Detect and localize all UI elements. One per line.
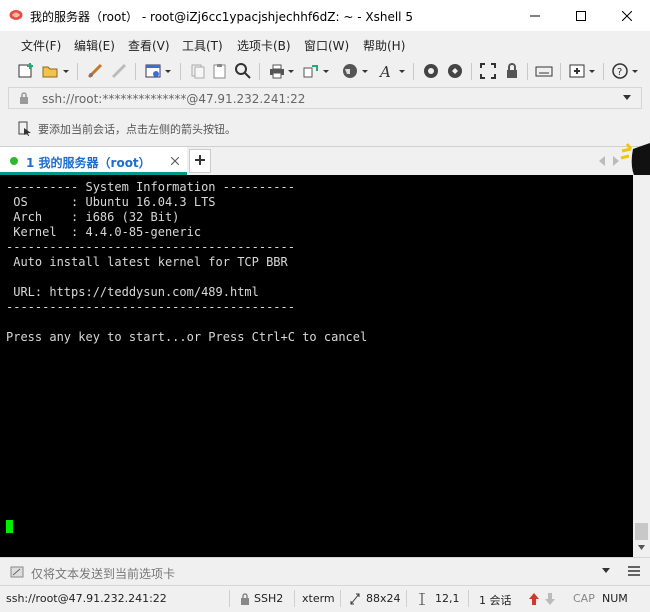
window-title: 我的服务器（root） - root@iZj6cc1ypacjshjechhf6… bbox=[30, 10, 413, 24]
status-sessions: 1 会话 bbox=[479, 594, 512, 607]
close-tab-icon[interactable] bbox=[171, 157, 179, 165]
menu-tools[interactable]: 工具(T) bbox=[182, 37, 223, 54]
xftp-icon[interactable] bbox=[422, 62, 440, 80]
terminal-line: Press any key to start...or Press Ctrl+C… bbox=[6, 330, 368, 344]
compose-bar[interactable]: 仅将文本发送到当前选项卡 bbox=[0, 557, 650, 586]
terminal-line: Kernel : 4.4.0-85-generic bbox=[6, 225, 202, 239]
minimize-icon bbox=[530, 15, 540, 16]
scrollbar-thumb[interactable] bbox=[635, 523, 648, 540]
new-tab-button[interactable] bbox=[189, 149, 211, 173]
cursor-position-icon bbox=[419, 593, 425, 605]
terminal-scrollbar[interactable] bbox=[633, 175, 650, 557]
compose-input[interactable]: 仅将文本发送到当前选项卡 bbox=[31, 565, 175, 582]
terminal-line: ---------------------------------------- bbox=[6, 300, 295, 314]
status-bar: ssh://root@47.91.232.241:22 SSH2 xterm 8… bbox=[0, 585, 650, 612]
resize-icon bbox=[350, 593, 360, 605]
connected-status-icon bbox=[10, 157, 18, 165]
compose-icon[interactable] bbox=[10, 565, 24, 579]
lock-icon bbox=[241, 593, 249, 605]
chevron-down-icon[interactable] bbox=[360, 62, 370, 80]
transfer-icon[interactable] bbox=[302, 62, 320, 80]
reconnect-icon[interactable] bbox=[86, 62, 104, 80]
chevron-down-icon[interactable] bbox=[397, 62, 407, 80]
xshell-logo-icon bbox=[9, 10, 23, 20]
status-cap: CAP bbox=[573, 592, 595, 605]
address-bar[interactable]: ssh://root:**************@47.91.232.241:… bbox=[8, 87, 642, 109]
terminal-line: Arch : i686 (32 Bit) bbox=[6, 210, 180, 224]
chevron-down-icon[interactable] bbox=[623, 95, 631, 101]
help-icon[interactable]: ? bbox=[611, 62, 629, 80]
upload-arrow-icon bbox=[529, 593, 539, 605]
plus-icon bbox=[195, 155, 205, 165]
tab-label: 1 我的服务器（root） bbox=[26, 156, 151, 170]
maximize-button[interactable] bbox=[558, 0, 604, 31]
chevron-down-icon[interactable] bbox=[602, 568, 610, 574]
download-arrow-icon bbox=[545, 593, 555, 605]
terminal-line: URL: https://teddysun.com/489.html bbox=[6, 285, 259, 299]
paste-icon[interactable] bbox=[211, 62, 229, 80]
copy-icon[interactable] bbox=[189, 62, 207, 80]
terminal-line: ---------------------------------------- bbox=[6, 240, 295, 254]
menu-file[interactable]: 文件(F) bbox=[21, 37, 61, 54]
hint-text: 要添加当前会话，点击左侧的箭头按钮。 bbox=[38, 123, 236, 136]
chevron-down-icon[interactable] bbox=[321, 62, 331, 80]
menu-view[interactable]: 查看(V) bbox=[128, 37, 170, 54]
terminal-line: ---------- System Information ---------- bbox=[6, 180, 295, 194]
status-terminal-type: xterm bbox=[302, 592, 335, 605]
menu-edit[interactable]: 编辑(E) bbox=[74, 37, 115, 54]
scroll-down-icon[interactable] bbox=[638, 545, 645, 550]
open-folder-icon[interactable] bbox=[41, 62, 59, 80]
xmanager-icon[interactable] bbox=[446, 62, 464, 80]
chevron-down-icon[interactable] bbox=[587, 62, 597, 80]
status-protocol: SSH2 bbox=[254, 592, 284, 605]
maximize-icon bbox=[576, 10, 586, 21]
lock-icon[interactable] bbox=[503, 62, 521, 80]
close-button[interactable] bbox=[604, 0, 650, 31]
menu-bar: 文件(F) 编辑(E) 查看(V) 工具(T) 选项卡(B) 窗口(W) 帮助(… bbox=[0, 31, 650, 56]
terminal-line: OS : Ubuntu 16.04.3 LTS bbox=[6, 195, 216, 209]
terminal-cursor bbox=[6, 520, 13, 533]
menu-help[interactable]: 帮助(H) bbox=[363, 37, 405, 54]
fullscreen-icon[interactable] bbox=[479, 62, 497, 80]
menu-window[interactable]: 窗口(W) bbox=[304, 37, 349, 54]
svg-text:?: ? bbox=[617, 67, 622, 78]
chevron-down-icon[interactable] bbox=[163, 62, 173, 80]
title-bar[interactable]: 我的服务器（root） - root@iZj6cc1ypacjshjechhf6… bbox=[0, 0, 650, 31]
chevron-down-icon[interactable] bbox=[630, 62, 640, 80]
find-icon[interactable] bbox=[234, 62, 252, 80]
chevron-down-icon[interactable] bbox=[61, 62, 71, 80]
terminal-output[interactable]: ---------- System Information ----------… bbox=[0, 175, 633, 557]
status-size: 88x24 bbox=[366, 592, 401, 605]
font-icon[interactable]: A bbox=[378, 62, 396, 80]
status-num: NUM bbox=[602, 592, 628, 605]
status-cursor-pos: 12,1 bbox=[435, 592, 460, 605]
svg-text:A: A bbox=[378, 63, 391, 80]
keyboard-icon[interactable] bbox=[535, 62, 553, 80]
print-icon[interactable] bbox=[268, 62, 286, 80]
lock-icon bbox=[20, 92, 28, 104]
terminal-line: Auto install latest kernel for TCP BBR bbox=[6, 255, 288, 269]
minimize-button[interactable] bbox=[512, 0, 558, 31]
properties-icon[interactable] bbox=[144, 62, 162, 80]
new-tab-icon[interactable] bbox=[568, 62, 586, 80]
hint-bar: 要添加当前会话，点击左侧的箭头按钮。 bbox=[0, 114, 650, 142]
disconnect-icon[interactable] bbox=[110, 62, 128, 80]
close-icon bbox=[622, 10, 632, 21]
menu-tabs[interactable]: 选项卡(B) bbox=[237, 37, 291, 54]
tab-bar: 1 我的服务器（root） bbox=[0, 143, 650, 181]
new-session-icon[interactable] bbox=[17, 62, 35, 80]
menu-icon[interactable] bbox=[628, 565, 640, 577]
status-connection: ssh://root@47.91.232.241:22 bbox=[6, 592, 167, 605]
address-input[interactable]: ssh://root:**************@47.91.232.241:… bbox=[42, 92, 305, 106]
globe-icon[interactable] bbox=[341, 62, 359, 80]
tab-session-1[interactable]: 1 我的服务器（root） bbox=[0, 147, 187, 175]
chevron-down-icon[interactable] bbox=[286, 62, 296, 80]
add-session-arrow-icon[interactable] bbox=[17, 120, 33, 136]
toolbar: A ? bbox=[0, 56, 650, 87]
scroll-tabs-left-icon[interactable] bbox=[598, 156, 606, 166]
